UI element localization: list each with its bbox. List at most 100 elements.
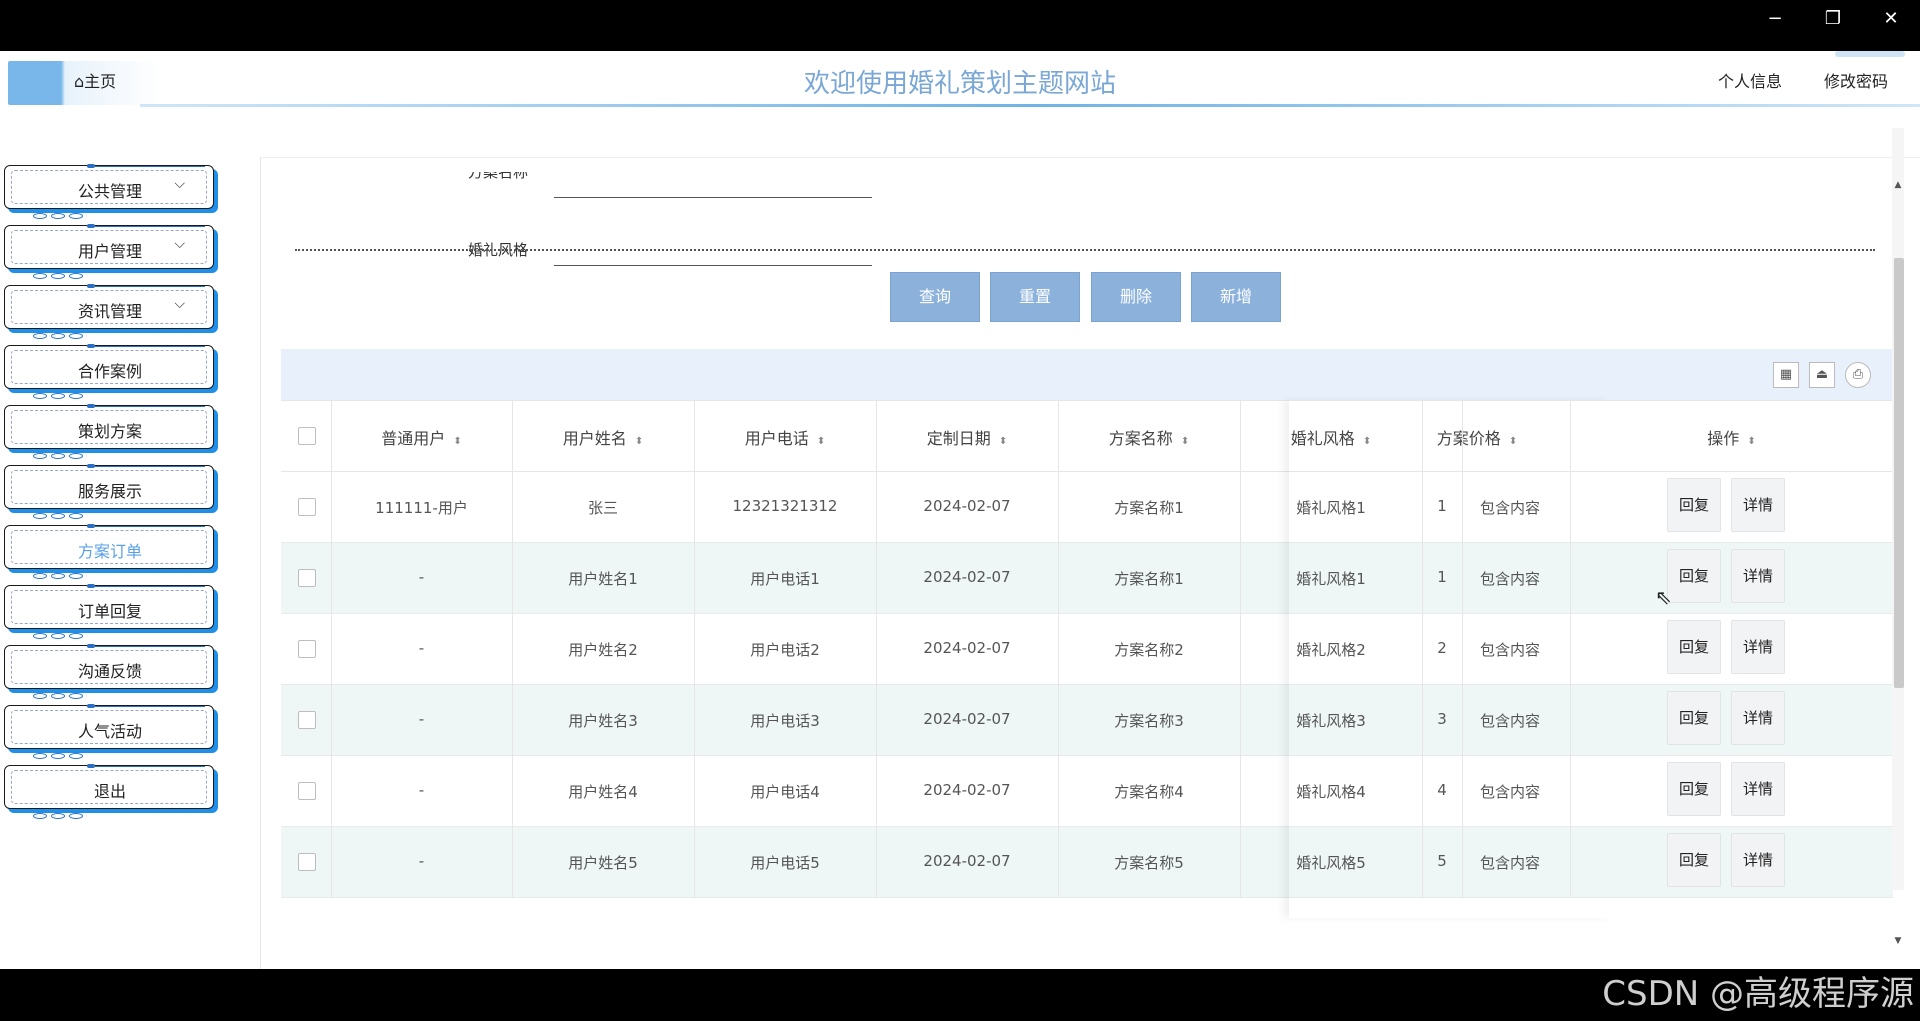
table-cell: 用户姓名3 bbox=[568, 712, 638, 730]
table-cell: 2024-02-07 bbox=[923, 497, 1011, 515]
reply-button[interactable]: 回复 bbox=[1667, 620, 1721, 674]
table-cell: 12321321312 bbox=[732, 497, 838, 515]
table-cell: 5 bbox=[1437, 852, 1447, 870]
table-cell: 方案名称1 bbox=[1114, 570, 1184, 588]
sidebar-item[interactable]: 用户管理 ⌵ bbox=[4, 224, 214, 279]
column-header[interactable]: 方案名称 ⬍ bbox=[1058, 425, 1240, 449]
table-row: - 用户姓名3 用户电话3 2024-02-07 方案名称3 婚礼风格3 3 包含内容 回复 详情 bbox=[281, 685, 1893, 756]
reply-button[interactable]: 回复 bbox=[1667, 549, 1721, 603]
table-cell: 用户电话4 bbox=[750, 783, 820, 801]
column-header[interactable]: 操作 ⬍ bbox=[1570, 425, 1893, 449]
table-cell: - bbox=[418, 710, 425, 728]
row-checkbox[interactable] bbox=[298, 853, 316, 871]
chevron-down-icon: ⌵ bbox=[174, 176, 185, 192]
sidebar-item[interactable]: 沟通反馈 bbox=[4, 644, 214, 699]
row-checkbox[interactable] bbox=[298, 640, 316, 658]
row-checkbox[interactable] bbox=[298, 498, 316, 516]
mouse-cursor-icon: ⇖ bbox=[1655, 585, 1672, 609]
close-icon[interactable]: ✕ bbox=[1868, 4, 1914, 34]
detail-button[interactable]: 详情 bbox=[1731, 833, 1785, 887]
table-cell: 包含内容 bbox=[1480, 783, 1541, 801]
sidebar-item-label: 服务展示 bbox=[77, 482, 142, 501]
column-header[interactable]: 方案价格 ⬍ bbox=[1422, 425, 1532, 449]
table-row: - 用户姓名4 用户电话4 2024-02-07 方案名称4 婚礼风格4 4 包含内容 回复 详情 bbox=[281, 756, 1893, 827]
sort-icon[interactable]: ⬍ bbox=[1747, 436, 1755, 447]
table-cell: 包含内容 bbox=[1480, 641, 1541, 659]
print-icon[interactable]: ⎙ bbox=[1845, 362, 1871, 388]
table-cell: 2 bbox=[1437, 639, 1447, 657]
column-header[interactable]: 用户姓名 ⬍ bbox=[512, 425, 694, 449]
column-divider bbox=[1570, 400, 1571, 898]
table-row: 111111-用户 张三 12321321312 2024-02-07 方案名称1 婚礼风… bbox=[281, 472, 1893, 543]
detail-button[interactable]: 详情 bbox=[1731, 549, 1785, 603]
sidebar-item[interactable]: 人气活动 bbox=[4, 704, 214, 759]
restore-icon[interactable]: ❐ bbox=[1810, 4, 1856, 34]
detail-button[interactable]: 详情 bbox=[1731, 478, 1785, 532]
table-cell: 1 bbox=[1437, 497, 1447, 515]
table-cell: 3 bbox=[1437, 710, 1447, 728]
query-button[interactable]: 查询 bbox=[890, 272, 980, 322]
table-cell: 包含内容 bbox=[1480, 570, 1541, 588]
reply-button[interactable]: 回复 bbox=[1667, 478, 1721, 532]
table-cell: 方案名称2 bbox=[1114, 641, 1184, 659]
wedding-style-input[interactable] bbox=[554, 265, 872, 266]
reply-button[interactable]: 回复 bbox=[1667, 833, 1721, 887]
plan-name-input[interactable] bbox=[554, 197, 872, 198]
change-password-link[interactable]: 修改密码 bbox=[1824, 68, 1888, 92]
detail-button[interactable]: 详情 bbox=[1731, 691, 1785, 745]
sort-icon[interactable]: ⬍ bbox=[999, 436, 1007, 447]
table-cell: 婚礼风格4 bbox=[1296, 783, 1366, 801]
scrollbar-thumb[interactable] bbox=[1894, 258, 1904, 688]
row-checkbox[interactable] bbox=[298, 782, 316, 800]
table-cell: - bbox=[418, 568, 425, 586]
table-cell: 4 bbox=[1437, 781, 1447, 799]
table-cell: 张三 bbox=[587, 499, 618, 517]
sidebar-item[interactable]: 资讯管理 ⌵ bbox=[4, 284, 214, 339]
sidebar-item[interactable]: 策划方案 bbox=[4, 404, 214, 459]
column-divider bbox=[1462, 400, 1463, 898]
columns-icon[interactable]: ▦ bbox=[1773, 362, 1799, 388]
sidebar-item-label: 退出 bbox=[93, 782, 126, 801]
reply-button[interactable]: 回复 bbox=[1667, 691, 1721, 745]
reply-button[interactable]: 回复 bbox=[1667, 762, 1721, 816]
export-icon[interactable]: ⏏ bbox=[1809, 362, 1835, 388]
scroll-down-icon[interactable]: ▼ bbox=[1892, 936, 1904, 948]
column-divider bbox=[1240, 400, 1241, 898]
sidebar-item[interactable]: 公共管理 ⌵ bbox=[4, 164, 214, 219]
table-cell: 111111-用户 bbox=[375, 499, 468, 517]
sort-icon[interactable]: ⬍ bbox=[817, 436, 825, 447]
sort-icon[interactable]: ⬍ bbox=[1181, 436, 1189, 447]
select-all-checkbox[interactable] bbox=[298, 427, 316, 445]
reset-button[interactable]: 重置 bbox=[990, 272, 1080, 322]
column-header[interactable]: 定制日期 ⬍ bbox=[876, 425, 1058, 449]
sidebar-item[interactable]: 订单回复 bbox=[4, 584, 214, 639]
column-divider bbox=[1058, 400, 1059, 898]
sidebar-item[interactable]: 合作案例 bbox=[4, 344, 214, 399]
delete-button[interactable]: 删除 bbox=[1091, 272, 1181, 322]
sort-icon[interactable]: ⬍ bbox=[453, 436, 461, 447]
sidebar-item[interactable]: 方案订单 bbox=[4, 524, 214, 579]
detail-button[interactable]: 详情 bbox=[1731, 762, 1785, 816]
sort-icon[interactable]: ⬍ bbox=[1509, 436, 1517, 447]
sidebar-item-label: 人气活动 bbox=[77, 722, 142, 741]
row-checkbox[interactable] bbox=[298, 711, 316, 729]
sidebar-item-label: 方案订单 bbox=[77, 542, 142, 561]
sort-icon[interactable]: ⬍ bbox=[1363, 436, 1371, 447]
add-button[interactable]: 新增 bbox=[1191, 272, 1281, 322]
sidebar-item[interactable]: 服务展示 bbox=[4, 464, 214, 519]
header-decoration-right bbox=[1835, 51, 1905, 57]
column-header[interactable]: 普通用户 ⬍ bbox=[331, 425, 512, 449]
row-checkbox[interactable] bbox=[298, 569, 316, 587]
table-cell: 方案名称4 bbox=[1114, 783, 1184, 801]
sidebar-item-label: 沟通反馈 bbox=[77, 662, 142, 681]
detail-button[interactable]: 详情 bbox=[1731, 620, 1785, 674]
scroll-up-icon[interactable]: ▲ bbox=[1892, 180, 1904, 192]
sort-icon[interactable]: ⬍ bbox=[635, 436, 643, 447]
column-header[interactable]: 婚礼风格 ⬍ bbox=[1240, 425, 1422, 449]
sidebar-item[interactable]: 退出 bbox=[4, 764, 214, 819]
table-cell: 方案名称1 bbox=[1114, 499, 1184, 517]
profile-link[interactable]: 个人信息 bbox=[1718, 68, 1782, 92]
table-cell: 用户电话2 bbox=[750, 641, 820, 659]
minimize-icon[interactable]: − bbox=[1752, 4, 1798, 34]
column-header[interactable]: 用户电话 ⬍ bbox=[694, 425, 876, 449]
